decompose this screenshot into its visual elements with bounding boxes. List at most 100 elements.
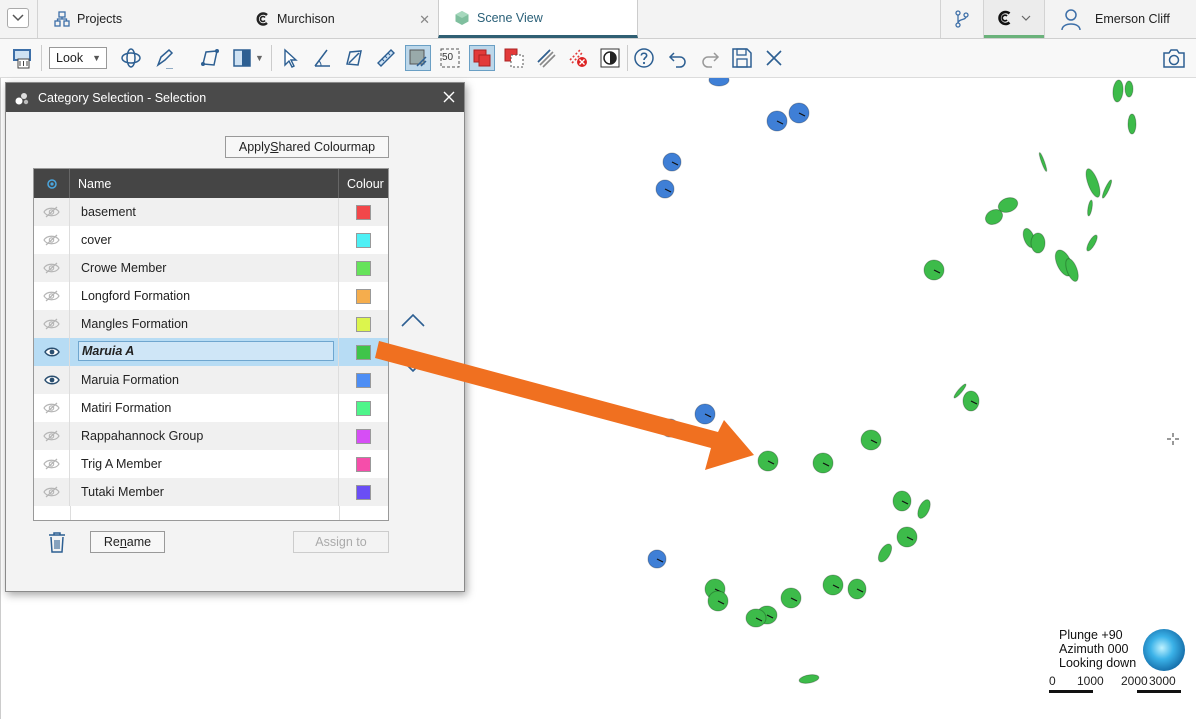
polyline-edit-button[interactable] xyxy=(341,45,367,71)
colour-swatch[interactable] xyxy=(356,344,371,360)
category-name-cell[interactable]: Crowe Member xyxy=(70,254,339,282)
undo-button[interactable] xyxy=(665,45,691,71)
colour-cell[interactable] xyxy=(339,422,388,450)
apply-shared-colourmap-button[interactable]: Apply Shared Colourmap xyxy=(225,136,389,158)
redo-button[interactable] xyxy=(697,45,723,71)
colour-cell[interactable] xyxy=(339,478,388,506)
zoom-50-button[interactable]: 50 xyxy=(437,45,463,71)
category-name-cell[interactable]: Tutaki Member xyxy=(70,478,339,506)
visibility-toggle[interactable] xyxy=(34,226,70,254)
colour-swatch[interactable] xyxy=(356,316,371,332)
category-name-edit-field[interactable]: Maruia A xyxy=(78,341,334,361)
cancel-button[interactable] xyxy=(761,45,787,71)
category-name-cell[interactable]: Rappahannock Group xyxy=(70,422,339,450)
draw-slicer-button[interactable] xyxy=(151,45,177,71)
colour-swatch[interactable] xyxy=(356,484,371,500)
rename-button[interactable]: Re n ame xyxy=(90,531,165,553)
look-select[interactable]: Look ▼ xyxy=(49,47,107,69)
structural-disc[interactable] xyxy=(1030,232,1046,254)
colour-swatch[interactable] xyxy=(356,400,371,416)
visibility-toggle[interactable] xyxy=(34,478,70,506)
clear-selection-button[interactable] xyxy=(565,45,591,71)
main-menu-button[interactable] xyxy=(7,8,29,28)
user-menu[interactable]: Emerson Cliff xyxy=(1060,0,1170,38)
visibility-toggle[interactable] xyxy=(34,422,70,450)
move-down-button[interactable] xyxy=(401,359,425,376)
name-column-header[interactable]: Name xyxy=(70,169,339,198)
tab-scene-view[interactable]: Scene View xyxy=(438,0,638,38)
table-row[interactable]: Rappahannock Group xyxy=(34,422,388,450)
colour-swatch[interactable] xyxy=(356,456,371,472)
structural-disc[interactable] xyxy=(1127,113,1137,135)
visibility-toggle[interactable] xyxy=(34,450,70,478)
structural-disc[interactable] xyxy=(1112,79,1124,103)
branch-button[interactable] xyxy=(950,0,974,38)
category-name-cell[interactable]: Longford Formation xyxy=(70,282,339,310)
structural-disc[interactable] xyxy=(876,542,895,564)
visibility-toggle[interactable] xyxy=(34,282,70,310)
colour-cell[interactable] xyxy=(339,394,388,422)
colour-cell[interactable] xyxy=(339,450,388,478)
save-button[interactable] xyxy=(729,45,755,71)
table-row[interactable]: Tutaki Member xyxy=(34,478,388,506)
hatch-selection-button[interactable] xyxy=(533,45,559,71)
colour-swatch[interactable] xyxy=(356,372,371,388)
colour-swatch[interactable] xyxy=(356,428,371,444)
colour-cell[interactable] xyxy=(339,282,388,310)
polyline-button[interactable] xyxy=(197,45,223,71)
structural-disc[interactable] xyxy=(708,78,730,87)
table-row[interactable]: basement xyxy=(34,198,388,226)
selection-mode-button[interactable] xyxy=(405,45,431,71)
colour-swatch[interactable] xyxy=(356,260,371,276)
colour-swatch[interactable] xyxy=(356,204,371,220)
colour-cell[interactable] xyxy=(339,198,388,226)
colour-cell[interactable] xyxy=(339,226,388,254)
section-button[interactable]: ▼ xyxy=(229,45,269,71)
tab-murchison[interactable]: Murchison ✕ xyxy=(240,0,438,38)
ruler-button[interactable] xyxy=(373,45,399,71)
visibility-toggle[interactable] xyxy=(34,254,70,282)
category-name-cell[interactable]: Matiri Formation xyxy=(70,394,339,422)
structural-disc[interactable] xyxy=(1124,80,1134,98)
add-to-selection-button[interactable] xyxy=(469,45,495,71)
structural-disc[interactable] xyxy=(915,498,933,520)
leapfrog-account-button[interactable] xyxy=(984,0,1044,38)
structural-disc[interactable] xyxy=(1087,199,1094,217)
close-icon[interactable] xyxy=(443,91,455,103)
colour-cell[interactable] xyxy=(339,366,388,394)
measure-angle-button[interactable] xyxy=(309,45,335,71)
help-button[interactable] xyxy=(631,45,657,71)
visibility-toggle[interactable] xyxy=(34,366,70,394)
invert-selection-button[interactable] xyxy=(597,45,623,71)
structural-disc[interactable] xyxy=(1101,179,1113,199)
table-row[interactable]: Maruia Formation xyxy=(34,366,388,394)
delete-button[interactable] xyxy=(47,531,67,556)
screenshot-button[interactable] xyxy=(1161,45,1187,71)
table-row[interactable]: Matiri Formation xyxy=(34,394,388,422)
table-row[interactable]: Crowe Member xyxy=(34,254,388,282)
colour-column-header[interactable]: Colour xyxy=(339,169,388,198)
visibility-column-header[interactable] xyxy=(34,169,70,198)
category-name-cell[interactable]: cover xyxy=(70,226,339,254)
visibility-toggle[interactable] xyxy=(34,198,70,226)
table-row[interactable]: Longford Formation xyxy=(34,282,388,310)
colour-swatch[interactable] xyxy=(356,232,371,248)
close-icon[interactable]: ✕ xyxy=(419,12,430,28)
move-up-button[interactable] xyxy=(401,313,425,330)
compass-sphere[interactable] xyxy=(1143,629,1185,671)
structural-disc[interactable] xyxy=(1083,167,1103,199)
select-tool-button[interactable] xyxy=(277,45,303,71)
category-name-cell[interactable]: Trig A Member xyxy=(70,450,339,478)
colour-cell[interactable] xyxy=(339,338,388,366)
table-row[interactable]: Mangles Formation xyxy=(34,310,388,338)
rotate-mode-button[interactable] xyxy=(118,45,144,71)
tab-projects[interactable]: Projects xyxy=(38,0,238,38)
table-row[interactable]: Maruia A xyxy=(34,338,388,366)
structural-disc[interactable] xyxy=(798,673,820,684)
remove-from-selection-button[interactable] xyxy=(501,45,527,71)
table-row[interactable]: Trig A Member xyxy=(34,450,388,478)
clear-scene-button[interactable] xyxy=(9,45,35,71)
visibility-toggle[interactable] xyxy=(34,310,70,338)
table-row[interactable]: cover xyxy=(34,226,388,254)
colour-cell[interactable] xyxy=(339,310,388,338)
